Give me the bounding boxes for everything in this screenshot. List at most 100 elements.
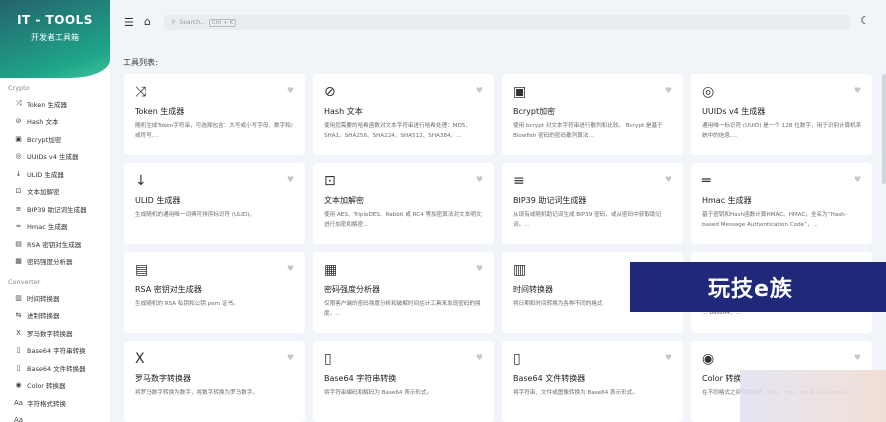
sidebar-item-label: UUIDs v4 生成器 <box>27 153 79 162</box>
menu-group-crypto: Crypto <box>8 84 30 92</box>
search-placeholder: Search... <box>179 19 206 26</box>
card-title: 时间转换器 <box>513 285 553 294</box>
palette-icon: ◉ <box>15 381 22 390</box>
calendar-icon: ▥ <box>513 262 527 278</box>
tool-card-password-strength[interactable]: ▦ ♥ 密码强度分析器 仅限客户端的密码强度分析和破解时间估计工具来发现密码的强… <box>313 252 494 333</box>
favorite-heart-icon[interactable]: ♥ <box>287 175 294 184</box>
sidebar-item-token-generator[interactable]: ⤨ Token 生成器 <box>0 95 110 113</box>
card-description: 随机生成Token字符串，可选择包含：大写或小写字母、数字和/或符号.... <box>135 123 293 139</box>
sidebar-item-encryption[interactable]: ⊡ 文本加解密 <box>0 183 110 201</box>
sidebar-item-base-converter[interactable]: ⇆ 进制转换器 <box>0 307 110 325</box>
shuffle-icon: ⤨ <box>15 99 22 108</box>
sidebar-item-rsa[interactable]: ▤ RSA 密钥对生成器 <box>0 235 110 253</box>
sidebar-item-ulid[interactable]: ↓ ULID 生成器 <box>0 165 110 183</box>
tool-card-bip39[interactable]: ≡ ♥ BIP39 助记词生成器 从现有或随机助记词生成 BIP39 密码，或从… <box>502 163 683 244</box>
favorite-heart-icon[interactable]: ♥ <box>665 175 672 184</box>
short-text-icon: ═ <box>702 173 711 189</box>
tool-card-hash[interactable]: ⊘ ♥ Hash 文本 使用您需要的哈希函数对文本字符串进行哈希处理：MD5、S… <box>313 74 494 155</box>
arrows-icon: ⇆ <box>15 311 22 320</box>
sidebar-item-date-converter[interactable]: ▥ 时间转换器 <box>0 289 110 307</box>
file-digit-icon: ▯ <box>16 346 21 355</box>
topbar: ☰ ⌂ ⚲ Search... Ctrl + K ☾ <box>110 0 886 46</box>
sidebar-item-label: 字符格式转换 <box>27 399 66 408</box>
sidebar-item-base64-string[interactable]: ▯ Base64 字符串转换 <box>0 342 110 360</box>
search-input[interactable]: ⚲ Search... Ctrl + K <box>164 15 850 30</box>
sidebar-item-label: 密码强度分析器 <box>27 258 73 267</box>
favorite-heart-icon[interactable]: ♥ <box>854 86 861 95</box>
card-description: 将罗马数字转换为数字，将数字转换为罗马数字。 <box>135 390 259 396</box>
file-digit-icon: ▯ <box>16 363 21 372</box>
dark-mode-toggle-icon[interactable]: ☾ <box>860 14 870 27</box>
lock-square-icon: ▣ <box>513 84 527 100</box>
tool-card-encryption[interactable]: ⊡ ♥ 文本加解密 使用 AES、TripleDES、Rabbit 或 RC4 … <box>313 163 494 244</box>
sidebar-item-roman[interactable]: X 罗马数字转换器 <box>0 324 110 342</box>
sidebar-item-password-strength[interactable]: ▦ 密码强度分析器 <box>0 253 110 271</box>
card-description: 从现有或随机助记词生成 BIP39 密码，或从密码中获取助记词。... <box>513 212 662 228</box>
sidebar-item-label: BIP39 助记词生成器 <box>27 205 87 214</box>
card-description: 使用 AES、TripleDES、Rabbit 或 RC4 等加密算法对文本明文… <box>324 212 482 228</box>
card-description: 使用 bcrypt 对文本字符串进行散列和比较。 Bcrypt 是基于 Blow… <box>513 123 663 139</box>
favorite-heart-icon[interactable]: ♥ <box>854 175 861 184</box>
tool-card-rsa[interactable]: ▤ ♥ RSA 密钥对生成器 生成随机的 RSA 私钥和公钥 pem 证书。 <box>124 252 305 333</box>
card-title: Bcrypt加密 <box>513 107 556 116</box>
sidebar-item-label: 时间转换器 <box>27 294 60 303</box>
scrollbar[interactable] <box>882 74 886 184</box>
short-text-icon: ═ <box>16 222 21 231</box>
shuffle-icon: ⤨ <box>135 84 147 100</box>
sidebar-item-color[interactable]: ◉ Color 转换器 <box>0 377 110 395</box>
search-shortcut-badge: Ctrl + K <box>208 18 237 27</box>
sidebar-item-label: Base64 字符串转换 <box>27 347 86 356</box>
home-icon[interactable]: ⌂ <box>144 15 151 28</box>
password-icon: ▦ <box>15 257 22 266</box>
favorite-heart-icon[interactable]: ♥ <box>476 353 483 362</box>
favorite-heart-icon[interactable]: ♥ <box>665 86 672 95</box>
eye-off-icon: ⊘ <box>324 84 336 100</box>
favorite-heart-icon[interactable]: ♥ <box>287 264 294 273</box>
brand-header[interactable]: IT - TOOLS 开发者工具箱 <box>0 0 110 78</box>
card-description: 生成随机的 RSA 私钥和公钥 pem 证书。 <box>135 301 239 307</box>
letter-x-icon: X <box>16 328 21 337</box>
sidebar-item-label: RSA 密钥对生成器 <box>27 240 82 249</box>
favorite-heart-icon[interactable]: ♥ <box>476 264 483 273</box>
certificate-icon: ▤ <box>15 239 22 248</box>
sidebar-item-hash-text[interactable]: ⊘ Hash 文本 <box>0 113 110 131</box>
watermark-text: 玩技e族 <box>708 277 793 302</box>
card-title: UUIDs v4 生成器 <box>702 107 766 116</box>
letter-case-icon: Aa <box>13 416 24 422</box>
card-title: 密码强度分析器 <box>324 285 380 294</box>
calendar-icon: ▥ <box>15 293 22 302</box>
sidebar-item-hmac[interactable]: ═ Hmac 生成器 <box>0 218 110 236</box>
card-title: Base64 字符串转换 <box>324 374 397 383</box>
card-title: Hmac 生成器 <box>702 196 752 205</box>
tool-card-uuid[interactable]: ◎ ♥ UUIDs v4 生成器 通用唯一标识符 (UUID) 是一个 128 … <box>691 74 872 155</box>
menu-icon[interactable]: ☰ <box>124 16 134 29</box>
sidebar-item-bcrypt[interactable]: ▣ Bcrypt加密 <box>0 130 110 148</box>
tool-card-hmac[interactable]: ═ ♥ Hmac 生成器 基于密钥和Hash函数计算HMAC。HMAC，全名为“… <box>691 163 872 244</box>
sidebar-item-partial[interactable]: Aa <box>0 412 110 422</box>
sidebar-item-case-converter[interactable]: Aa 字符格式转换 <box>0 394 110 412</box>
sidebar-item-base64-file[interactable]: ▯ Base64 文件转换器 <box>0 359 110 377</box>
favorite-heart-icon[interactable]: ♥ <box>287 86 294 95</box>
favorite-heart-icon[interactable]: ♥ <box>476 175 483 184</box>
sidebar-item-bip39[interactable]: ≡ BIP39 助记词生成器 <box>0 200 110 218</box>
letter-case-icon: Aa <box>13 398 24 407</box>
sidebar-item-label: Token 生成器 <box>27 100 68 109</box>
card-title: ULID 生成器 <box>135 196 181 205</box>
tool-card-base64-file[interactable]: ▯ ♥ Base64 文件转换器 将字符串、文件或图像转换为 Base64 表示… <box>502 341 683 422</box>
tool-card-base64-string[interactable]: ▯ ♥ Base64 字符串转换 将字符串编码和解码为 Base64 表示形式。 <box>313 341 494 422</box>
card-description: 仅限客户端的密码强度分析和破解时间估计工具来发现密码的强度。... <box>324 301 481 317</box>
favorite-heart-icon[interactable]: ♥ <box>287 353 294 362</box>
tool-card-roman[interactable]: X ♥ 罗马数字转换器 将罗马数字转换为数字，将数字转换为罗马数字。 <box>124 341 305 422</box>
favorite-heart-icon[interactable]: ♥ <box>665 353 672 362</box>
favorite-heart-icon[interactable]: ♥ <box>476 86 483 95</box>
tool-card-token[interactable]: ⤨ ♥ Token 生成器 随机生成Token字符串，可选择包含：大写或小写字母… <box>124 74 305 155</box>
favorite-heart-icon[interactable]: ♥ <box>854 353 861 362</box>
sidebar-item-label: Base64 文件转换器 <box>27 364 86 373</box>
app-subtitle: 开发者工具箱 <box>31 33 79 42</box>
card-description: 将字符串、文件或图像转换为 Base64 表示形式。 <box>513 390 638 396</box>
sidebar-item-label: 文本加解密 <box>27 188 60 197</box>
card-title: Color 转换 <box>702 374 742 383</box>
tool-card-bcrypt[interactable]: ▣ ♥ Bcrypt加密 使用 bcrypt 对文本字符串进行散列和比较。 Bc… <box>502 74 683 155</box>
tool-card-ulid[interactable]: ↓ ♥ ULID 生成器 生成随机的通用唯一词典可排序标识符 (ULID)。 <box>124 163 305 244</box>
sidebar-item-uuid[interactable]: ◎ UUIDs v4 生成器 <box>0 148 110 166</box>
